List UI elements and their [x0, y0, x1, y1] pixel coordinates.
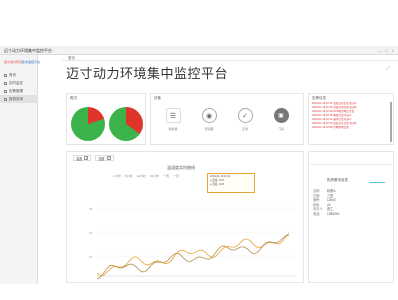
- alarm-list: 2019-01-18 10:21 温度过高告警 机房A 2019-01-18 1…: [312, 102, 388, 130]
- sidebar-item-label: 首页: [9, 72, 16, 77]
- title-underline: [369, 182, 385, 183]
- device-normal[interactable]: ✓ 正常: [233, 108, 257, 131]
- status-panel: 概况: [66, 93, 146, 145]
- title-bar: 迈寸动力环境集中监控平台 — □ ×: [0, 46, 398, 55]
- sidebar-item-alarm[interactable]: 告警管理: [0, 87, 38, 95]
- device-sensor[interactable]: ◉ 传感器: [197, 108, 221, 131]
- y-tick-label: 30: [89, 207, 93, 211]
- scrollbar[interactable]: [390, 102, 392, 142]
- home-icon: [4, 73, 7, 77]
- sidebar-item-monitor[interactable]: 实时监控: [0, 79, 38, 87]
- trend-panel: 温度 ✓ 湿度 ✓ 温湿度实时曲线 1小时 6小时 12小时 24小时 一周 一…: [66, 151, 304, 283]
- tab-home[interactable]: 首页: [68, 56, 75, 61]
- info-row: 电话: 1380000: [313, 212, 339, 217]
- page-title: 迈寸动力环境集中监控平台: [66, 66, 229, 81]
- device-label: 传感器: [204, 127, 214, 131]
- device-access[interactable]: ▣ 门禁: [269, 108, 293, 131]
- expand-icon[interactable]: ⤢: [387, 65, 390, 70]
- device-panel: 设备 ☰ 服务器 ◉ 传感器 ✓ 正常 ▣ 门禁: [150, 93, 304, 145]
- server-icon: ☰: [165, 108, 181, 123]
- status-pie-chart: [109, 107, 143, 141]
- sidebar-item-label: 告警管理: [9, 88, 23, 93]
- device-label: 门禁: [277, 127, 284, 131]
- logo-text-blue: 集中监控平台: [22, 60, 41, 64]
- main-content: 首页 迈寸动力环境集中监控平台 ⤢ 概况 设备 ☰ 服务器 ◉ 传感器 ✓ 正常: [62, 55, 398, 284]
- info-list: 名称: 机房A 位置: 三层 面积: 120㎡ 机柜: 24 负责人: 张工 电话: 138…: [313, 189, 339, 217]
- signal-icon: ◉: [201, 108, 217, 123]
- sidebar-nav: 首页 实时监控 告警管理 报表查询: [0, 71, 38, 103]
- trend-line-chart: 30 20 10: [89, 207, 297, 280]
- device-label: 服务器: [168, 127, 178, 131]
- report-icon: [4, 97, 7, 101]
- alarm-item[interactable]: 2019-01-18 10:08 市电断电告警: [312, 126, 388, 130]
- temperature-series-line: [96, 232, 290, 277]
- app-window: 迈寸动力环境集中监控平台 — □ × 迈寸动力环境集中监控平台 首页 实时监控 …: [0, 46, 398, 284]
- info-title: 机房基本信息: [327, 178, 348, 182]
- window-title: 迈寸动力环境集中监控平台: [4, 48, 52, 53]
- sidebar-item-label: 实时监控: [9, 80, 23, 85]
- maximize-button[interactable]: □: [385, 48, 387, 53]
- app-logo: 迈寸动力环境集中监控平台: [4, 60, 40, 64]
- y-tick-label: 10: [89, 255, 93, 259]
- panel-title: 概况: [70, 96, 77, 100]
- minimize-button[interactable]: —: [377, 48, 381, 53]
- sidebar-item-home[interactable]: 首页: [0, 71, 38, 79]
- tooltip-humidity: ● 湿度: 23.8: [210, 183, 224, 186]
- panel-title: 设备: [154, 96, 161, 100]
- tab-bar: 首页: [62, 55, 398, 61]
- monitor-icon: [4, 81, 7, 85]
- status-pie-chart: [71, 107, 105, 141]
- panel-title: 告警信息: [312, 96, 326, 100]
- bell-icon: [4, 89, 7, 93]
- logo-text-red: 迈寸动力环境: [4, 60, 23, 64]
- sidebar-item-report[interactable]: 报表查询: [0, 95, 38, 103]
- check-icon: ✓: [237, 108, 253, 123]
- info-value: 1380000: [327, 211, 340, 216]
- humidity-series-line: [96, 234, 290, 280]
- sidebar: 迈寸动力环境集中监控平台 首页 实时监控 告警管理 报表查询: [0, 55, 40, 284]
- device-server[interactable]: ☰ 服务器: [161, 108, 185, 131]
- info-panel: 机房基本信息 名称: 机房A 位置: 三层 面积: 120㎡ 机柜: 24 负责人: 张工…: [308, 151, 395, 283]
- info-key: 电话:: [313, 211, 321, 216]
- y-tick-label: 20: [89, 231, 93, 235]
- divider: [309, 164, 395, 165]
- alarm-panel: 告警信息 2019-01-18 10:21 温度过高告警 机房A 2019-01…: [308, 93, 394, 145]
- lock-icon: ▣: [273, 108, 289, 123]
- device-label: 正常: [241, 127, 248, 131]
- chart-tooltip: 2019-01-18 10:21 ● 温度: 24.5 ● 湿度: 23.8: [207, 173, 255, 193]
- window-controls: — □ ×: [377, 48, 394, 53]
- close-button[interactable]: ×: [392, 48, 394, 53]
- sidebar-item-label: 报表查询: [9, 96, 23, 101]
